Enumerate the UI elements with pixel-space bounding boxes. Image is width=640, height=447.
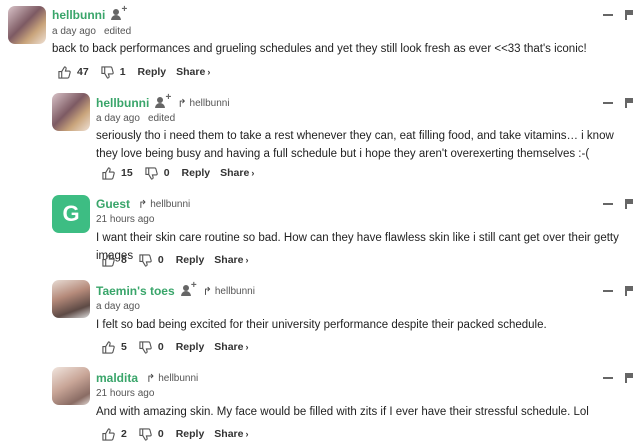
share-label: Share — [176, 66, 206, 78]
reply-button[interactable]: Reply — [176, 254, 205, 266]
share-label: Share — [220, 167, 250, 179]
flag-icon[interactable] — [625, 286, 633, 296]
comment-meta: a day ago — [96, 301, 140, 312]
thumbs-up-icon[interactable] — [102, 340, 115, 354]
comment-meta: a day ago edited — [96, 113, 175, 124]
timestamp: a day ago — [52, 26, 96, 37]
collapse-button[interactable] — [603, 377, 613, 379]
share-button[interactable]: Share › — [214, 428, 248, 440]
chevron-right-icon: › — [245, 429, 249, 439]
comment-text: I felt so bad being excited for their un… — [96, 319, 547, 331]
comment-text: seriously tho i need them to take a rest… — [96, 130, 614, 160]
dislike-count: 0 — [157, 341, 164, 353]
dislike-count: 1 — [119, 66, 126, 78]
chevron-right-icon: › — [251, 168, 255, 178]
thumbs-down-icon[interactable] — [145, 166, 158, 180]
comment-meta: a day ago edited — [52, 26, 131, 37]
reply-arrow-icon: ↱ — [177, 97, 187, 110]
avatar[interactable]: G — [52, 195, 90, 233]
like-count: 8 — [121, 254, 127, 266]
flag-icon[interactable] — [625, 373, 633, 383]
thumbs-up-icon[interactable] — [102, 427, 115, 441]
username[interactable]: Guest — [96, 197, 130, 211]
flag-icon[interactable] — [625, 10, 633, 20]
chevron-right-icon: › — [245, 255, 249, 265]
comment-meta: 21 hours ago — [96, 388, 154, 399]
reply-to-user[interactable]: hellbunni — [150, 199, 190, 210]
avatar[interactable] — [52, 280, 90, 318]
share-button[interactable]: Share › — [214, 341, 248, 353]
avatar[interactable] — [52, 93, 90, 131]
collapse-button[interactable] — [603, 290, 613, 292]
username[interactable]: maldita — [96, 371, 138, 385]
flag-icon[interactable] — [625, 199, 633, 209]
chevron-right-icon: › — [207, 67, 211, 77]
thumbs-up-icon[interactable] — [58, 65, 71, 79]
reply-to[interactable]: ↱ hellbunni — [138, 198, 190, 211]
thumbs-down-icon[interactable] — [139, 253, 152, 267]
share-label: Share — [214, 341, 244, 353]
share-button[interactable]: Share › — [220, 167, 254, 179]
thumbs-up-icon[interactable] — [102, 253, 115, 267]
avatar[interactable] — [52, 367, 90, 405]
username[interactable]: Taemin's toes — [96, 284, 175, 298]
like-count: 47 — [77, 66, 89, 78]
comment-text: And with amazing skin. My face would be … — [96, 406, 589, 418]
avatar[interactable] — [8, 6, 46, 44]
timestamp: a day ago — [96, 301, 140, 312]
username[interactable]: hellbunni — [96, 96, 149, 110]
comment-text: back to back performances and grueling s… — [52, 43, 587, 55]
dislike-count: 0 — [157, 254, 164, 266]
share-label: Share — [214, 428, 244, 440]
edited-label: edited — [103, 26, 132, 37]
reply-to[interactable]: ↱ hellbunni — [203, 285, 255, 298]
follow-user-icon[interactable]: + — [155, 93, 171, 109]
reply-to-user[interactable]: hellbunni — [190, 98, 230, 109]
dislike-count: 0 — [163, 167, 170, 179]
flag-icon[interactable] — [625, 98, 633, 108]
reply-button[interactable]: Reply — [176, 428, 205, 440]
thumbs-up-icon[interactable] — [102, 166, 115, 180]
reply-button[interactable]: Reply — [176, 341, 205, 353]
collapse-button[interactable] — [603, 14, 613, 16]
username[interactable]: hellbunni — [52, 8, 105, 22]
reply-to-user[interactable]: hellbunni — [215, 286, 255, 297]
like-count: 5 — [121, 341, 127, 353]
follow-user-icon[interactable]: + — [111, 5, 127, 21]
share-button[interactable]: Share › — [176, 66, 210, 78]
timestamp: a day ago — [96, 113, 140, 124]
like-count: 2 — [121, 428, 127, 440]
timestamp: 21 hours ago — [96, 388, 155, 399]
comment-meta: 21 hours ago — [96, 214, 154, 225]
thumbs-down-icon[interactable] — [139, 340, 152, 354]
collapse-button[interactable] — [603, 102, 613, 104]
collapse-button[interactable] — [603, 203, 613, 205]
reply-to-user[interactable]: hellbunni — [158, 373, 198, 384]
edited-label: edited — [147, 113, 176, 124]
reply-button[interactable]: Reply — [138, 66, 167, 78]
reply-button[interactable]: Reply — [182, 167, 211, 179]
share-label: Share — [214, 254, 244, 266]
reply-to[interactable]: ↱ hellbunni — [177, 97, 229, 110]
reply-arrow-icon: ↱ — [138, 198, 148, 211]
follow-user-icon[interactable]: + — [180, 281, 197, 297]
share-button[interactable]: Share › — [214, 254, 248, 266]
chevron-right-icon: › — [245, 342, 249, 352]
dislike-count: 0 — [157, 428, 164, 440]
reply-arrow-icon: ↱ — [202, 285, 212, 298]
thumbs-down-icon[interactable] — [101, 65, 114, 79]
like-count: 15 — [121, 167, 133, 179]
thumbs-down-icon[interactable] — [139, 427, 152, 441]
reply-to[interactable]: ↱ hellbunni — [146, 372, 198, 385]
timestamp: 21 hours ago — [96, 214, 155, 225]
reply-arrow-icon: ↱ — [146, 372, 156, 385]
